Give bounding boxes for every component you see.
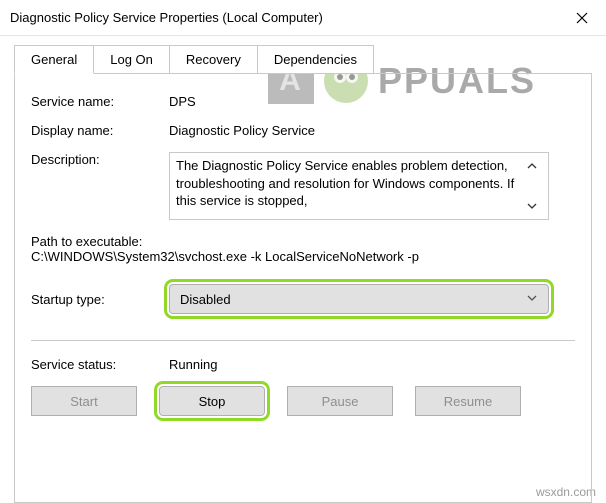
row-startup-type: Startup type: Disabled — [31, 284, 575, 314]
description-scrollbar[interactable] — [522, 157, 542, 215]
close-icon — [576, 12, 588, 24]
value-service-name: DPS — [169, 94, 575, 109]
value-path: C:\WINDOWS\System32\svchost.exe -k Local… — [31, 249, 575, 264]
tab-general[interactable]: General — [14, 45, 94, 74]
value-display-name: Diagnostic Policy Service — [169, 123, 575, 138]
stop-button[interactable]: Stop — [159, 386, 265, 416]
tab-recovery[interactable]: Recovery — [169, 45, 258, 74]
chevron-up-icon — [527, 161, 537, 171]
tab-dependencies[interactable]: Dependencies — [257, 45, 374, 74]
tabstrip: General Log On Recovery Dependencies — [14, 45, 592, 74]
tab-logon[interactable]: Log On — [93, 45, 170, 74]
chevron-down-icon — [527, 201, 537, 211]
window-title: Diagnostic Policy Service Properties (Lo… — [10, 10, 323, 25]
row-path: Path to executable: C:\WINDOWS\System32\… — [31, 234, 575, 264]
description-box: The Diagnostic Policy Service enables pr… — [169, 152, 549, 220]
label-startup-type: Startup type: — [31, 292, 169, 307]
divider — [31, 340, 575, 341]
label-service-name: Service name: — [31, 94, 169, 109]
startup-type-select[interactable]: Disabled — [169, 284, 549, 314]
close-button[interactable] — [558, 0, 606, 36]
tab-panel-general: Service name: DPS Display name: Diagnost… — [14, 73, 592, 503]
value-service-status: Running — [169, 357, 575, 372]
row-display-name: Display name: Diagnostic Policy Service — [31, 123, 575, 138]
row-service-name: Service name: DPS — [31, 94, 575, 109]
service-control-buttons: Start Stop Pause Resume — [31, 386, 575, 416]
row-service-status: Service status: Running — [31, 357, 575, 372]
row-description: Description: The Diagnostic Policy Servi… — [31, 152, 575, 220]
label-display-name: Display name: — [31, 123, 169, 138]
scroll-up-button[interactable] — [525, 159, 539, 173]
startup-type-value: Disabled — [180, 292, 231, 307]
pause-button: Pause — [287, 386, 393, 416]
label-path: Path to executable: — [31, 234, 575, 249]
tabs-container: General Log On Recovery Dependencies Ser… — [0, 36, 606, 503]
chevron-down-icon — [526, 292, 538, 307]
scroll-down-button[interactable] — [525, 199, 539, 213]
value-description: The Diagnostic Policy Service enables pr… — [176, 157, 522, 215]
label-service-status: Service status: — [31, 357, 169, 372]
titlebar: Diagnostic Policy Service Properties (Lo… — [0, 0, 606, 36]
label-description: Description: — [31, 152, 169, 167]
start-button: Start — [31, 386, 137, 416]
resume-button: Resume — [415, 386, 521, 416]
